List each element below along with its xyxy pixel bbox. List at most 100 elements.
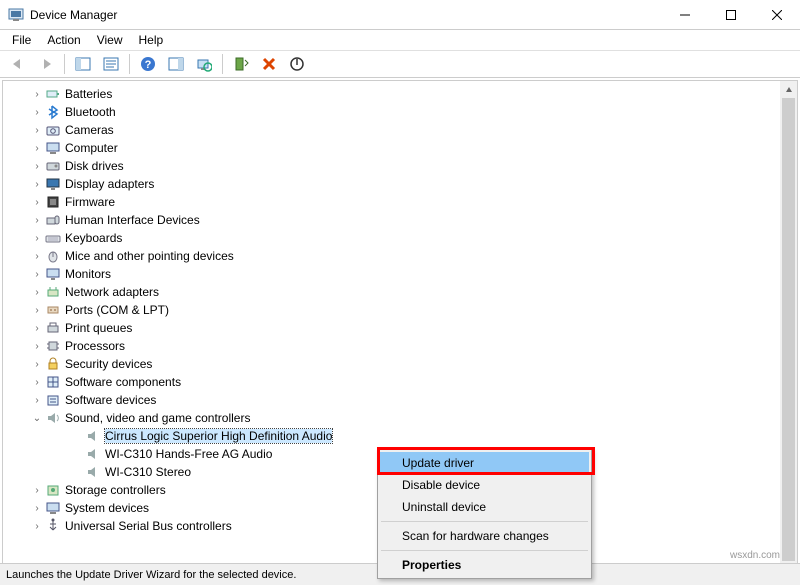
app-icon [8, 7, 24, 23]
chevron-right-icon[interactable]: › [31, 106, 43, 118]
window-title: Device Manager [30, 8, 117, 22]
context-disable-device[interactable]: Disable device [380, 474, 589, 496]
toolbar: ? [0, 50, 800, 78]
tree-item-keyboards[interactable]: ›Keyboards [3, 229, 797, 247]
disable-device-button[interactable] [284, 52, 310, 76]
network-adapter-icon [45, 284, 61, 300]
tree-item-hid[interactable]: ›Human Interface Devices [3, 211, 797, 229]
menu-view[interactable]: View [89, 31, 131, 49]
disk-drive-icon [45, 158, 61, 174]
software-device-icon [45, 392, 61, 408]
tree-item-sound[interactable]: ⌄Sound, video and game controllers [3, 409, 797, 427]
display-adapter-icon [45, 176, 61, 192]
update-driver-button[interactable] [228, 52, 254, 76]
chevron-right-icon[interactable]: › [31, 304, 43, 316]
help-button[interactable]: ? [135, 52, 161, 76]
chevron-right-icon[interactable]: › [31, 88, 43, 100]
menu-file[interactable]: File [4, 31, 39, 49]
chevron-down-icon[interactable]: ⌄ [31, 412, 43, 424]
camera-icon [45, 122, 61, 138]
svg-text:?: ? [145, 59, 152, 71]
chevron-right-icon[interactable]: › [31, 214, 43, 226]
vertical-scrollbar[interactable] [780, 81, 797, 578]
port-icon [45, 302, 61, 318]
tree-item-computer[interactable]: ›Computer [3, 139, 797, 157]
tree-item-bluetooth[interactable]: ›Bluetooth [3, 103, 797, 121]
tree-item-processors[interactable]: ›Processors [3, 337, 797, 355]
printer-icon [45, 320, 61, 336]
storage-controller-icon [45, 482, 61, 498]
maximize-button[interactable] [708, 0, 754, 30]
minimize-button[interactable] [662, 0, 708, 30]
chevron-right-icon[interactable]: › [31, 376, 43, 388]
properties-button[interactable] [98, 52, 124, 76]
chevron-right-icon[interactable]: › [31, 250, 43, 262]
bluetooth-icon [45, 104, 61, 120]
processor-icon [45, 338, 61, 354]
menu-help[interactable]: Help [131, 31, 172, 49]
close-button[interactable] [754, 0, 800, 30]
mouse-icon [45, 248, 61, 264]
menu-bar: File Action View Help [0, 30, 800, 50]
context-uninstall-device[interactable]: Uninstall device [380, 496, 589, 518]
tree-item-batteries[interactable]: ›Batteries [3, 85, 797, 103]
chevron-right-icon[interactable]: › [31, 232, 43, 244]
hid-icon [45, 212, 61, 228]
context-update-driver[interactable]: Update driver [380, 452, 589, 474]
system-device-icon [45, 500, 61, 516]
tree-item-monitors[interactable]: ›Monitors [3, 265, 797, 283]
security-icon [45, 356, 61, 372]
tree-item-cameras[interactable]: ›Cameras [3, 121, 797, 139]
show-hide-console-tree-button[interactable] [70, 52, 96, 76]
tree-item-cirrus-audio[interactable]: ›Cirrus Logic Superior High Definition A… [3, 427, 797, 445]
firmware-icon [45, 194, 61, 210]
scroll-up-arrow-icon[interactable] [780, 81, 797, 98]
tree-item-network-adapters[interactable]: ›Network adapters [3, 283, 797, 301]
scrollbar-thumb[interactable] [782, 98, 795, 561]
chevron-right-icon[interactable]: › [31, 178, 43, 190]
chevron-right-icon[interactable]: › [31, 358, 43, 370]
status-text: Launches the Update Driver Wizard for th… [6, 569, 296, 581]
tree-item-ports[interactable]: ›Ports (COM & LPT) [3, 301, 797, 319]
chevron-right-icon[interactable]: › [31, 196, 43, 208]
usb-icon [45, 518, 61, 534]
tree-item-software-components[interactable]: ›Software components [3, 373, 797, 391]
chevron-right-icon[interactable]: › [31, 322, 43, 334]
computer-icon [45, 140, 61, 156]
chevron-right-icon[interactable]: › [31, 484, 43, 496]
software-component-icon [45, 374, 61, 390]
scan-hardware-button[interactable] [191, 52, 217, 76]
context-scan-hardware[interactable]: Scan for hardware changes [380, 525, 589, 547]
chevron-right-icon[interactable]: › [31, 142, 43, 154]
title-bar: Device Manager [0, 0, 800, 30]
tree-item-print-queues[interactable]: ›Print queues [3, 319, 797, 337]
keyboard-icon [45, 230, 61, 246]
chevron-right-icon[interactable]: › [31, 160, 43, 172]
tree-item-firmware[interactable]: ›Firmware [3, 193, 797, 211]
chevron-right-icon[interactable]: › [31, 340, 43, 352]
chevron-right-icon[interactable]: › [31, 268, 43, 280]
watermark: wsxdn.com [730, 550, 780, 561]
forward-button[interactable] [33, 52, 59, 76]
speaker-icon [85, 446, 101, 462]
chevron-right-icon[interactable]: › [31, 394, 43, 406]
action-pane-button[interactable] [163, 52, 189, 76]
tree-item-security-devices[interactable]: ›Security devices [3, 355, 797, 373]
chevron-right-icon[interactable]: › [31, 124, 43, 136]
back-button[interactable] [5, 52, 31, 76]
context-properties[interactable]: Properties [380, 554, 589, 576]
tree-item-disk-drives[interactable]: ›Disk drives [3, 157, 797, 175]
context-separator [381, 521, 588, 522]
chevron-right-icon[interactable]: › [31, 502, 43, 514]
speaker-icon [85, 428, 101, 444]
chevron-right-icon[interactable]: › [31, 286, 43, 298]
chevron-right-icon[interactable]: › [31, 520, 43, 532]
monitor-icon [45, 266, 61, 282]
menu-action[interactable]: Action [39, 31, 88, 49]
tree-item-mice[interactable]: ›Mice and other pointing devices [3, 247, 797, 265]
speaker-icon [85, 464, 101, 480]
tree-item-software-devices[interactable]: ›Software devices [3, 391, 797, 409]
tree-item-display-adapters[interactable]: ›Display adapters [3, 175, 797, 193]
uninstall-device-button[interactable] [256, 52, 282, 76]
battery-icon [45, 86, 61, 102]
